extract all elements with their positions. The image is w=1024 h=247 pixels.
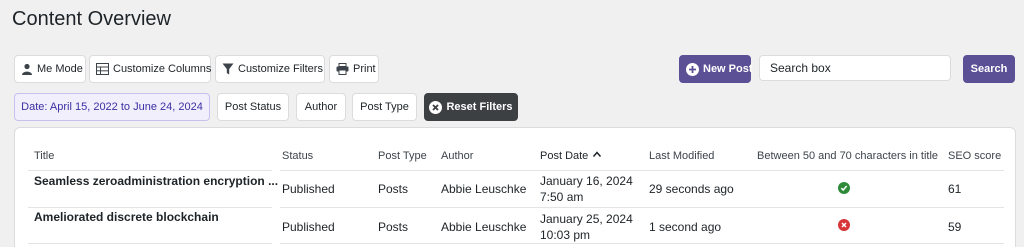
column-header-title-length[interactable]: Between 50 and 70 characters in title bbox=[757, 150, 938, 162]
column-header-author[interactable]: Author bbox=[441, 150, 473, 162]
row-divider bbox=[280, 170, 1004, 171]
post-time: 10:03 pm bbox=[540, 228, 591, 242]
post-type-filter[interactable]: Post Type bbox=[352, 93, 417, 121]
print-label: Print bbox=[353, 63, 376, 75]
post-status-filter[interactable]: Post Status bbox=[217, 93, 289, 121]
new-post-label: New Post bbox=[703, 63, 753, 75]
new-post-button[interactable]: New Post bbox=[679, 55, 753, 83]
row-divider bbox=[28, 207, 272, 208]
author-filter[interactable]: Author bbox=[296, 93, 346, 121]
row-divider bbox=[280, 243, 1004, 244]
author-label: Author bbox=[304, 101, 338, 113]
column-header-status[interactable]: Status bbox=[282, 150, 313, 162]
me-mode-button[interactable]: Me Mode bbox=[14, 55, 86, 83]
post-type: Posts bbox=[378, 182, 409, 196]
reset-filters-label: Reset Filters bbox=[446, 101, 513, 113]
customize-columns-button[interactable]: Customize Columns bbox=[89, 55, 211, 83]
date-range-filter[interactable]: Date: April 15, 2022 to June 24, 2024 bbox=[14, 93, 210, 121]
row-divider bbox=[280, 207, 1004, 208]
page-title: Content Overview bbox=[12, 8, 171, 30]
post-author: Abbie Leuschke bbox=[441, 182, 527, 196]
post-status-label: Post Status bbox=[224, 101, 282, 113]
row-divider bbox=[28, 170, 272, 171]
post-title-link[interactable]: Ameliorated discrete blockchain bbox=[34, 210, 219, 224]
close-circle-icon bbox=[429, 100, 443, 114]
sort-ascending-icon[interactable] bbox=[592, 150, 602, 158]
post-title-link[interactable]: Seamless zeroadministration encryption .… bbox=[34, 174, 278, 188]
seo-score: 59 bbox=[948, 220, 962, 234]
post-type: Posts bbox=[378, 220, 409, 234]
post-type-label: Post Type bbox=[360, 101, 409, 113]
post-status: Published bbox=[282, 182, 335, 196]
print-button[interactable]: Print bbox=[329, 55, 379, 83]
post-author: Abbie Leuschke bbox=[441, 220, 527, 234]
search-input[interactable] bbox=[759, 55, 951, 81]
row-divider bbox=[28, 243, 272, 244]
last-modified: 29 seconds ago bbox=[649, 182, 734, 196]
column-header-post-type[interactable]: Post Type bbox=[378, 150, 427, 162]
me-mode-label: Me Mode bbox=[37, 63, 83, 75]
reset-filters-button[interactable]: Reset Filters bbox=[424, 93, 518, 121]
date-range-label: Date: April 15, 2022 to June 24, 2024 bbox=[21, 101, 203, 113]
customize-filters-button[interactable]: Customize Filters bbox=[215, 55, 325, 83]
check-icon bbox=[838, 182, 850, 194]
column-header-title[interactable]: Title bbox=[34, 150, 54, 162]
plus-circle-icon bbox=[686, 62, 699, 76]
table-icon bbox=[96, 63, 109, 75]
column-header-seo-score[interactable]: SEO score bbox=[948, 150, 1001, 162]
post-status: Published bbox=[282, 220, 335, 234]
column-header-last-modified[interactable]: Last Modified bbox=[649, 150, 714, 162]
user-icon bbox=[22, 63, 32, 75]
last-modified: 1 second ago bbox=[649, 220, 722, 234]
error-icon bbox=[838, 219, 850, 231]
column-header-post-date[interactable]: Post Date bbox=[540, 150, 588, 162]
search-button[interactable]: Search bbox=[963, 55, 1015, 83]
post-time: 7:50 am bbox=[540, 190, 584, 204]
post-date: January 16, 2024 bbox=[540, 174, 633, 188]
seo-score: 61 bbox=[948, 182, 962, 196]
printer-icon bbox=[336, 63, 349, 75]
post-date: January 25, 2024 bbox=[540, 212, 633, 226]
customize-filters-label: Customize Filters bbox=[238, 63, 323, 75]
search-label: Search bbox=[970, 63, 1008, 75]
customize-columns-label: Customize Columns bbox=[113, 63, 212, 75]
filter-icon bbox=[222, 63, 234, 75]
